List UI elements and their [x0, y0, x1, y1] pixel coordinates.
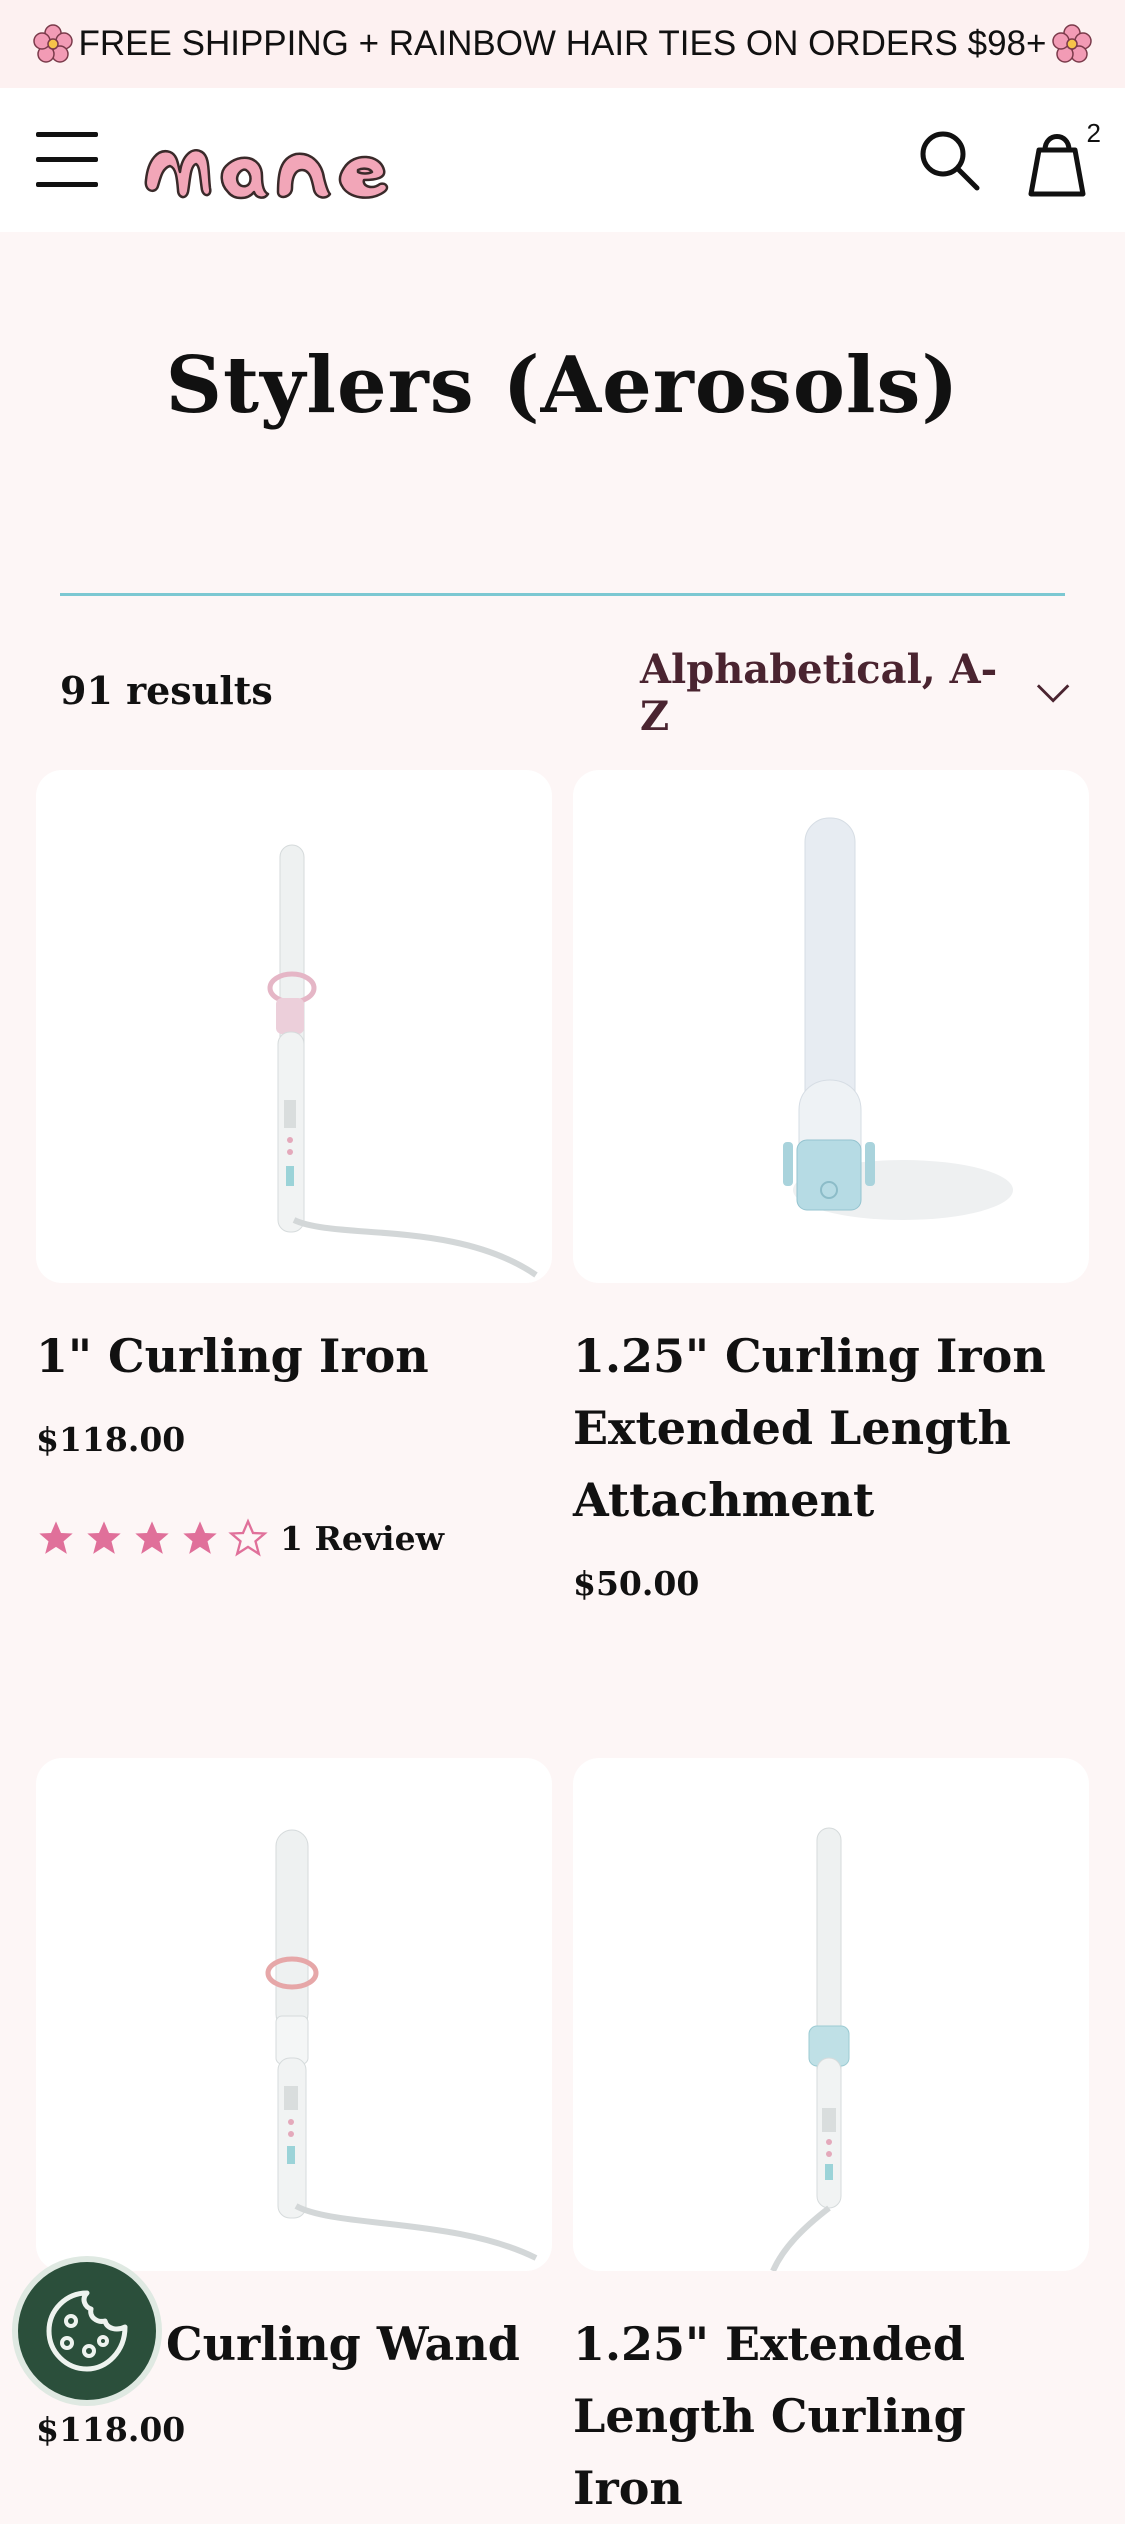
product-title[interactable]: 1.25" Extended Length Curling Iron — [573, 2308, 1073, 2524]
search-icon — [920, 131, 980, 191]
product-image[interactable] — [36, 770, 552, 1283]
product-title[interactable]: 1.25" Curling Iron Extended Length Attac… — [573, 1320, 1073, 1536]
product-image[interactable] — [36, 1758, 552, 2271]
product-image[interactable] — [573, 770, 1089, 1283]
menu-button[interactable] — [36, 132, 98, 188]
star-rating: 1 Review — [36, 1518, 444, 1558]
cart-button[interactable]: 2 — [1025, 118, 1101, 198]
flower-icon — [1052, 24, 1093, 63]
announcement-bar: FREE SHIPPING + RAINBOW HAIR TIES ON ORD… — [0, 0, 1125, 88]
product-price: $50.00 — [573, 1564, 700, 1603]
brand-logo[interactable] — [140, 122, 440, 202]
product-price: $118.00 — [36, 1420, 186, 1459]
hamburger-icon — [36, 132, 98, 137]
star-filled-icon — [183, 1521, 217, 1554]
cookie-settings-button[interactable] — [12, 2256, 162, 2406]
sort-dropdown[interactable]: Alphabetical, A-Z — [640, 646, 1070, 740]
extended-curling-iron-image — [770, 1827, 850, 2271]
site-header: 2 — [0, 88, 1125, 232]
chevron-down-icon — [1036, 684, 1070, 703]
divider — [60, 593, 1065, 596]
product-image[interactable] — [573, 1758, 1089, 2271]
star-filled-icon — [39, 1521, 73, 1554]
cookie-icon — [46, 2290, 128, 2372]
review-count[interactable]: 1 Review — [280, 1519, 444, 1558]
curling-iron-image — [267, 844, 538, 1278]
product-title[interactable]: 1" Curling Iron — [36, 1320, 536, 1392]
page-title: Stylers (Aerosols) — [165, 340, 960, 431]
star-filled-icon — [135, 1521, 169, 1554]
results-count: 91 results — [60, 668, 273, 713]
attachment-image — [783, 817, 1013, 1220]
flower-icon — [32, 24, 73, 63]
star-filled-icon — [87, 1521, 121, 1554]
sort-label: Alphabetical, A-Z — [640, 646, 998, 740]
curling-wand-image — [265, 1829, 538, 2261]
bag-icon — [1028, 134, 1086, 197]
announcement-text: FREE SHIPPING + RAINBOW HAIR TIES ON ORD… — [78, 24, 1047, 63]
star-empty-icon — [228, 1518, 268, 1557]
cart-count-badge: 2 — [1086, 118, 1101, 148]
search-button[interactable] — [915, 126, 983, 194]
product-price: $118.00 — [36, 2410, 186, 2449]
